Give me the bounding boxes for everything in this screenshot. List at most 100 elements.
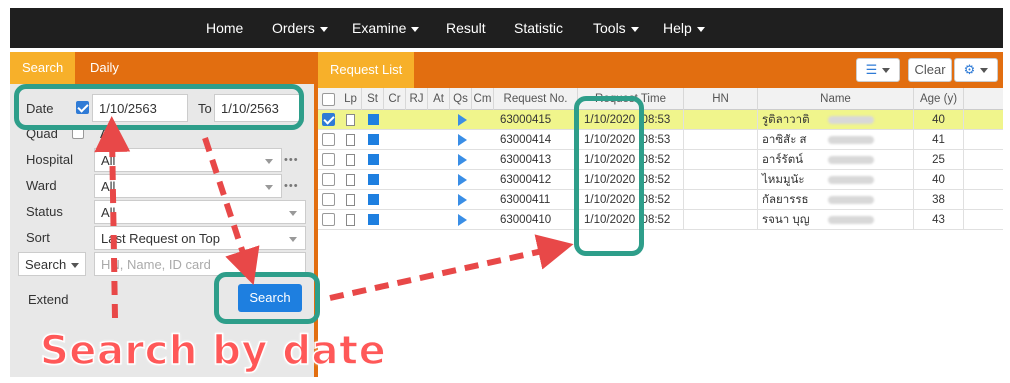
- document-icon[interactable]: [346, 154, 355, 166]
- row-checkbox[interactable]: [322, 173, 335, 186]
- row-checkbox[interactable]: [322, 113, 335, 126]
- table-row[interactable]: 63000412 1/10/2020 08:52 ไหมมูนัะ 40: [318, 170, 1003, 190]
- nav-home-label: Home: [206, 20, 244, 36]
- sort-value: Last Request on Top: [101, 231, 221, 246]
- ward-select[interactable]: All: [94, 174, 282, 198]
- table-row[interactable]: 63000415 1/10/2020 08:53 รูติลาวาติ 40: [318, 110, 1003, 130]
- select-all-checkbox[interactable]: [322, 93, 335, 106]
- sort-label: Sort: [26, 230, 50, 245]
- nav-statistic[interactable]: Statistic: [514, 8, 563, 48]
- table-row[interactable]: 63000414 1/10/2020 08:53 อาซิสัะ ส 41: [318, 130, 1003, 150]
- document-icon[interactable]: [346, 214, 355, 226]
- cell-request-no: 63000414: [494, 130, 578, 150]
- tab-request-list-label: Request List: [330, 62, 403, 77]
- col-cm[interactable]: Cm: [472, 88, 494, 110]
- tab-daily[interactable]: Daily: [90, 52, 119, 84]
- cell-name: กัลยารรธ: [758, 190, 914, 210]
- play-icon[interactable]: [458, 174, 467, 186]
- col-rj[interactable]: RJ: [406, 88, 428, 110]
- cell-name-text: รูติลาวาติ: [762, 114, 810, 126]
- cell-name: อาซิสัะ ส: [758, 130, 914, 150]
- cell-name: ไหมมูนัะ: [758, 170, 914, 190]
- nav-tools[interactable]: Tools: [593, 8, 639, 48]
- cell-request-no: 63000412: [494, 170, 578, 190]
- cell-hn: [684, 190, 758, 210]
- chevron-down-icon: [696, 26, 705, 32]
- cell-request-no: 63000415: [494, 110, 578, 130]
- col-age[interactable]: Age (y): [914, 88, 964, 110]
- cell-name-text: อาซิสัะ ส: [762, 134, 807, 146]
- row-checkbox[interactable]: [322, 213, 335, 226]
- button-highlight-box: [214, 272, 320, 324]
- nav-home[interactable]: Home: [206, 8, 243, 48]
- col-cr[interactable]: Cr: [384, 88, 406, 110]
- play-icon[interactable]: [458, 194, 467, 206]
- status-icon: [368, 134, 379, 145]
- col-qs[interactable]: Qs: [450, 88, 472, 110]
- extend-link[interactable]: Extend: [28, 292, 68, 307]
- col-st[interactable]: St: [362, 88, 384, 110]
- ward-row: Ward All •••: [18, 174, 307, 198]
- cell-name-text: ไหมมูนัะ: [762, 174, 805, 186]
- play-icon[interactable]: [458, 134, 467, 146]
- sort-row: Sort Last Request on Top: [18, 226, 307, 250]
- menu-button[interactable]: ☰: [856, 58, 900, 82]
- status-icon: [368, 174, 379, 185]
- redaction-blur: [828, 196, 874, 204]
- settings-button[interactable]: ⚙: [954, 58, 998, 82]
- cell-name: รจนา บุญ: [758, 210, 914, 230]
- chevron-down-icon: [411, 26, 420, 32]
- hospital-select[interactable]: All: [94, 148, 282, 172]
- hospital-label: Hospital: [26, 152, 73, 167]
- hospital-more-icon[interactable]: •••: [284, 154, 299, 166]
- col-hn[interactable]: HN: [684, 88, 758, 110]
- status-select[interactable]: All: [94, 200, 306, 224]
- status-row: Status All: [18, 200, 307, 224]
- clear-button[interactable]: Clear: [908, 58, 952, 82]
- tab-request-list[interactable]: Request List: [318, 52, 415, 88]
- chevron-down-icon: [289, 211, 297, 216]
- col-lp[interactable]: Lp: [340, 88, 362, 110]
- table-row[interactable]: 63000411 1/10/2020 08:52 กัลยารรธ 38: [318, 190, 1003, 210]
- chevron-down-icon: [265, 159, 273, 164]
- document-icon[interactable]: [346, 134, 355, 146]
- date-highlight-box: [14, 84, 304, 130]
- document-icon[interactable]: [346, 114, 355, 126]
- nav-examine[interactable]: Examine: [352, 8, 420, 48]
- col-name[interactable]: Name: [758, 88, 914, 110]
- tab-search-label: Search: [22, 60, 64, 75]
- nav-result[interactable]: Result: [446, 8, 486, 48]
- top-navbar: Home Orders Examine Result Statistic Too…: [10, 8, 1003, 48]
- search-field-select[interactable]: Search: [18, 252, 86, 276]
- chevron-down-icon: [71, 263, 79, 268]
- row-checkbox[interactable]: [322, 153, 335, 166]
- ward-more-icon[interactable]: •••: [284, 180, 299, 192]
- chevron-down-icon: [980, 68, 989, 74]
- cell-hn: [684, 210, 758, 230]
- cell-hn: [684, 130, 758, 150]
- col-at[interactable]: At: [428, 88, 450, 110]
- sort-select[interactable]: Last Request on Top: [94, 226, 306, 250]
- chevron-down-icon: [265, 185, 273, 190]
- gear-icon: ⚙: [963, 62, 976, 77]
- play-icon[interactable]: [458, 154, 467, 166]
- row-checkbox[interactable]: [322, 133, 335, 146]
- nav-help[interactable]: Help: [663, 8, 705, 48]
- tab-search[interactable]: Search: [10, 52, 76, 84]
- nav-orders-label: Orders: [272, 20, 315, 36]
- cell-age: 40: [914, 110, 964, 130]
- play-icon[interactable]: [458, 114, 467, 126]
- nav-orders[interactable]: Orders: [272, 8, 328, 48]
- row-checkbox[interactable]: [322, 193, 335, 206]
- status-icon: [368, 154, 379, 165]
- col-request-no[interactable]: Request No.: [494, 88, 578, 110]
- status-icon: [368, 114, 379, 125]
- document-icon[interactable]: [346, 194, 355, 206]
- play-icon[interactable]: [458, 214, 467, 226]
- table-row[interactable]: 63000413 1/10/2020 08:52 อาร์รัตน์ 25: [318, 150, 1003, 170]
- document-icon[interactable]: [346, 174, 355, 186]
- redaction-blur: [828, 216, 874, 224]
- table-row[interactable]: 63000410 1/10/2020 08:52 รจนา บุญ 43: [318, 210, 1003, 230]
- cell-name-text: รจนา บุญ: [762, 214, 810, 226]
- redaction-blur: [828, 156, 874, 164]
